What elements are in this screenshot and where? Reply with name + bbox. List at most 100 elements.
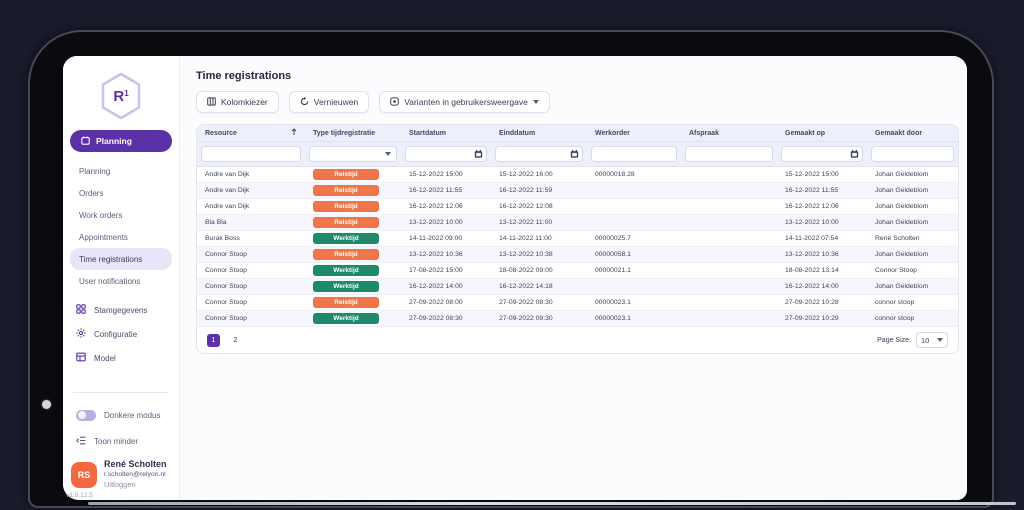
type-badge: Reistijd xyxy=(313,169,379,180)
user-name: René Scholten xyxy=(104,459,167,470)
type-badge: Reistijd xyxy=(313,217,379,228)
table-row[interactable]: Andre van DijkReistijd15-12-2022 15:0015… xyxy=(197,167,958,183)
sidebar-item-configuratie[interactable]: Configuratie xyxy=(63,322,179,346)
sidebar-item-work-orders[interactable]: Work orders xyxy=(63,204,179,226)
cell-end: 13-12-2022 10:38 xyxy=(491,251,587,258)
sidebar-item-model[interactable]: Model xyxy=(63,346,179,370)
cell-created_by: Johan Geldeblom xyxy=(867,251,958,258)
sidebar-item-appointments[interactable]: Appointments xyxy=(63,226,179,248)
logout-link[interactable]: Uitloggen xyxy=(104,480,167,491)
column-header-resource[interactable]: Resource xyxy=(197,128,305,138)
type-badge: Werktijd xyxy=(313,265,379,276)
sidebar-item-user-notifications[interactable]: User notifications xyxy=(63,270,179,292)
sidebar-item-label: User notifications xyxy=(79,277,140,286)
cell-werkorder: 00000023.1 xyxy=(587,315,681,322)
toolbar: Kolomkiezer Vernieuwen Varianten in gebr… xyxy=(196,91,959,113)
filter-resource-input[interactable] xyxy=(201,146,301,162)
cell-created_by: René Scholten xyxy=(867,235,958,242)
sidebar-item-planning[interactable]: Planning xyxy=(63,160,179,182)
type-badge: Werktijd xyxy=(313,281,379,292)
page-title: Time registrations xyxy=(196,70,959,82)
cell-created_by: Johan Geldeblom xyxy=(867,171,958,178)
filter-werkorder-input[interactable] xyxy=(591,146,677,162)
table-header-row: Resource Type tijdregistratie Startdatum… xyxy=(197,125,958,142)
column-label: Type tijdregistratie xyxy=(313,130,375,137)
cell-resource: Connor Stoop xyxy=(197,299,305,306)
sidebar-item-label: Time registrations xyxy=(79,255,142,264)
model-icon xyxy=(76,352,86,364)
type-badge: Werktijd xyxy=(313,233,379,244)
column-label: Gemaakt op xyxy=(785,130,825,137)
type-badge: Werktijd xyxy=(313,313,379,324)
type-badge: Reistijd xyxy=(313,249,379,260)
cell-end: 27-09-2022 08:30 xyxy=(491,299,587,306)
show-less-row[interactable]: Toon minder xyxy=(63,433,179,449)
cell-start: 16-12-2022 11:55 xyxy=(401,187,491,194)
calendar-icon xyxy=(474,150,483,159)
column-header-startdatum[interactable]: Startdatum xyxy=(401,130,491,137)
table-row[interactable]: Burak BossWerktijd14-11-2022 09:0014-11-… xyxy=(197,231,958,247)
table-row[interactable]: Andre van DijkReistijd16-12-2022 11:5516… xyxy=(197,183,958,199)
cell-resource: Andre van Dijk xyxy=(197,171,305,178)
cell-created_by: Johan Geldeblom xyxy=(867,203,958,210)
cell-end: 18-08-2022 09:00 xyxy=(491,267,587,274)
cell-resource: Burak Boss xyxy=(197,235,305,242)
sidebar-item-label: Planning xyxy=(79,167,110,176)
table-row[interactable]: Connor Stoop Reistijd 13-12-2022 10:36 13-1… xyxy=(197,247,958,263)
cell-created_by: connor stoop xyxy=(867,315,958,322)
sidebar-item-time-registrations[interactable]: Time registrations xyxy=(70,248,172,270)
cell-type: Reistijd xyxy=(305,169,401,180)
column-chooser-button[interactable]: Kolomkiezer xyxy=(196,91,279,113)
grid-icon xyxy=(76,304,86,316)
table-row[interactable]: Bla BlaReistijd13-12-2022 10:0013-12-202… xyxy=(197,215,958,231)
page-button[interactable]: 2 xyxy=(229,337,242,344)
table-row[interactable]: Connor StoopWerktijd27-09-2022 08:3027-0… xyxy=(197,311,958,327)
table-row[interactable]: Connor StoopReistijd27-09-2022 08:0027-0… xyxy=(197,295,958,311)
sidebar: R1 Planning Planning Orders Work orders … xyxy=(63,56,180,500)
cell-resource: Connor Stoop xyxy=(197,251,305,258)
chevron-down-icon xyxy=(937,338,943,342)
page-size-select[interactable]: 10 xyxy=(916,332,948,348)
column-header-gemaakt-op[interactable]: Gemaakt op xyxy=(777,130,867,137)
table-row[interactable]: Connor StoopWerktijd16-12-2022 14:0016-1… xyxy=(197,279,958,295)
primary-nav-label: Planning xyxy=(96,136,132,146)
dark-mode-toggle[interactable] xyxy=(76,410,96,421)
table-row[interactable]: Connor StoopWerktijd17-08-2022 15:0018-0… xyxy=(197,263,958,279)
column-header-type[interactable]: Type tijdregistratie xyxy=(305,130,401,137)
cell-end: 15-12-2022 16:00 xyxy=(491,171,587,178)
filter-gemaakt-door-input[interactable] xyxy=(871,146,954,162)
table-footer: 12 Page Size: 10 xyxy=(197,327,958,353)
column-header-afspraak[interactable]: Afspraak xyxy=(681,130,777,137)
page-button[interactable]: 1 xyxy=(207,334,220,347)
dark-mode-row[interactable]: Donkere modus xyxy=(63,407,179,423)
pagination: 12 xyxy=(207,334,242,347)
sidebar-item-planning-main[interactable]: Planning xyxy=(70,130,172,152)
type-badge: Reistijd xyxy=(313,185,379,196)
sidebar-item-orders[interactable]: Orders xyxy=(63,182,179,204)
button-label: Vernieuwen xyxy=(314,97,358,107)
tablet-mockup-scene: R1 Planning Planning Orders Work orders … xyxy=(0,0,1024,510)
sidebar-item-stamgegevens[interactable]: Stamgegevens xyxy=(63,298,179,322)
cell-created_on: 13-12-2022 10:36 xyxy=(777,251,867,258)
user-email: r.scholten@relyon.nl xyxy=(104,471,167,480)
cell-end: 16-12-2022 12:08 xyxy=(491,203,587,210)
cell-end: 16-12-2022 14:18 xyxy=(491,283,587,290)
cell-resource: Bla Bla xyxy=(197,219,305,226)
table-row[interactable]: Andre van DijkReistijd16-12-2022 12:0616… xyxy=(197,199,958,215)
column-header-gemaakt-door[interactable]: Gemaakt door xyxy=(867,130,958,137)
cell-werkorder: 00000021.1 xyxy=(587,267,681,274)
cell-created_by: Johan Geldeblom xyxy=(867,219,958,226)
app-window: R1 Planning Planning Orders Work orders … xyxy=(63,56,967,500)
filter-type-select[interactable] xyxy=(309,146,397,162)
variants-button[interactable]: Varianten in gebruikersweergave xyxy=(379,91,550,113)
refresh-icon xyxy=(300,97,309,108)
column-label: Afspraak xyxy=(689,130,719,137)
cell-created_on: 14-11-2022 07:54 xyxy=(777,235,867,242)
sort-ascending-icon xyxy=(291,128,297,138)
column-header-einddatum[interactable]: Einddatum xyxy=(491,130,587,137)
filter-afspraak-input[interactable] xyxy=(685,146,773,162)
column-header-werkorder[interactable]: Werkorder xyxy=(587,130,681,137)
cell-type: Werktijd xyxy=(305,265,401,276)
sidebar-item-label: Work orders xyxy=(79,211,122,220)
refresh-button[interactable]: Vernieuwen xyxy=(289,91,369,113)
